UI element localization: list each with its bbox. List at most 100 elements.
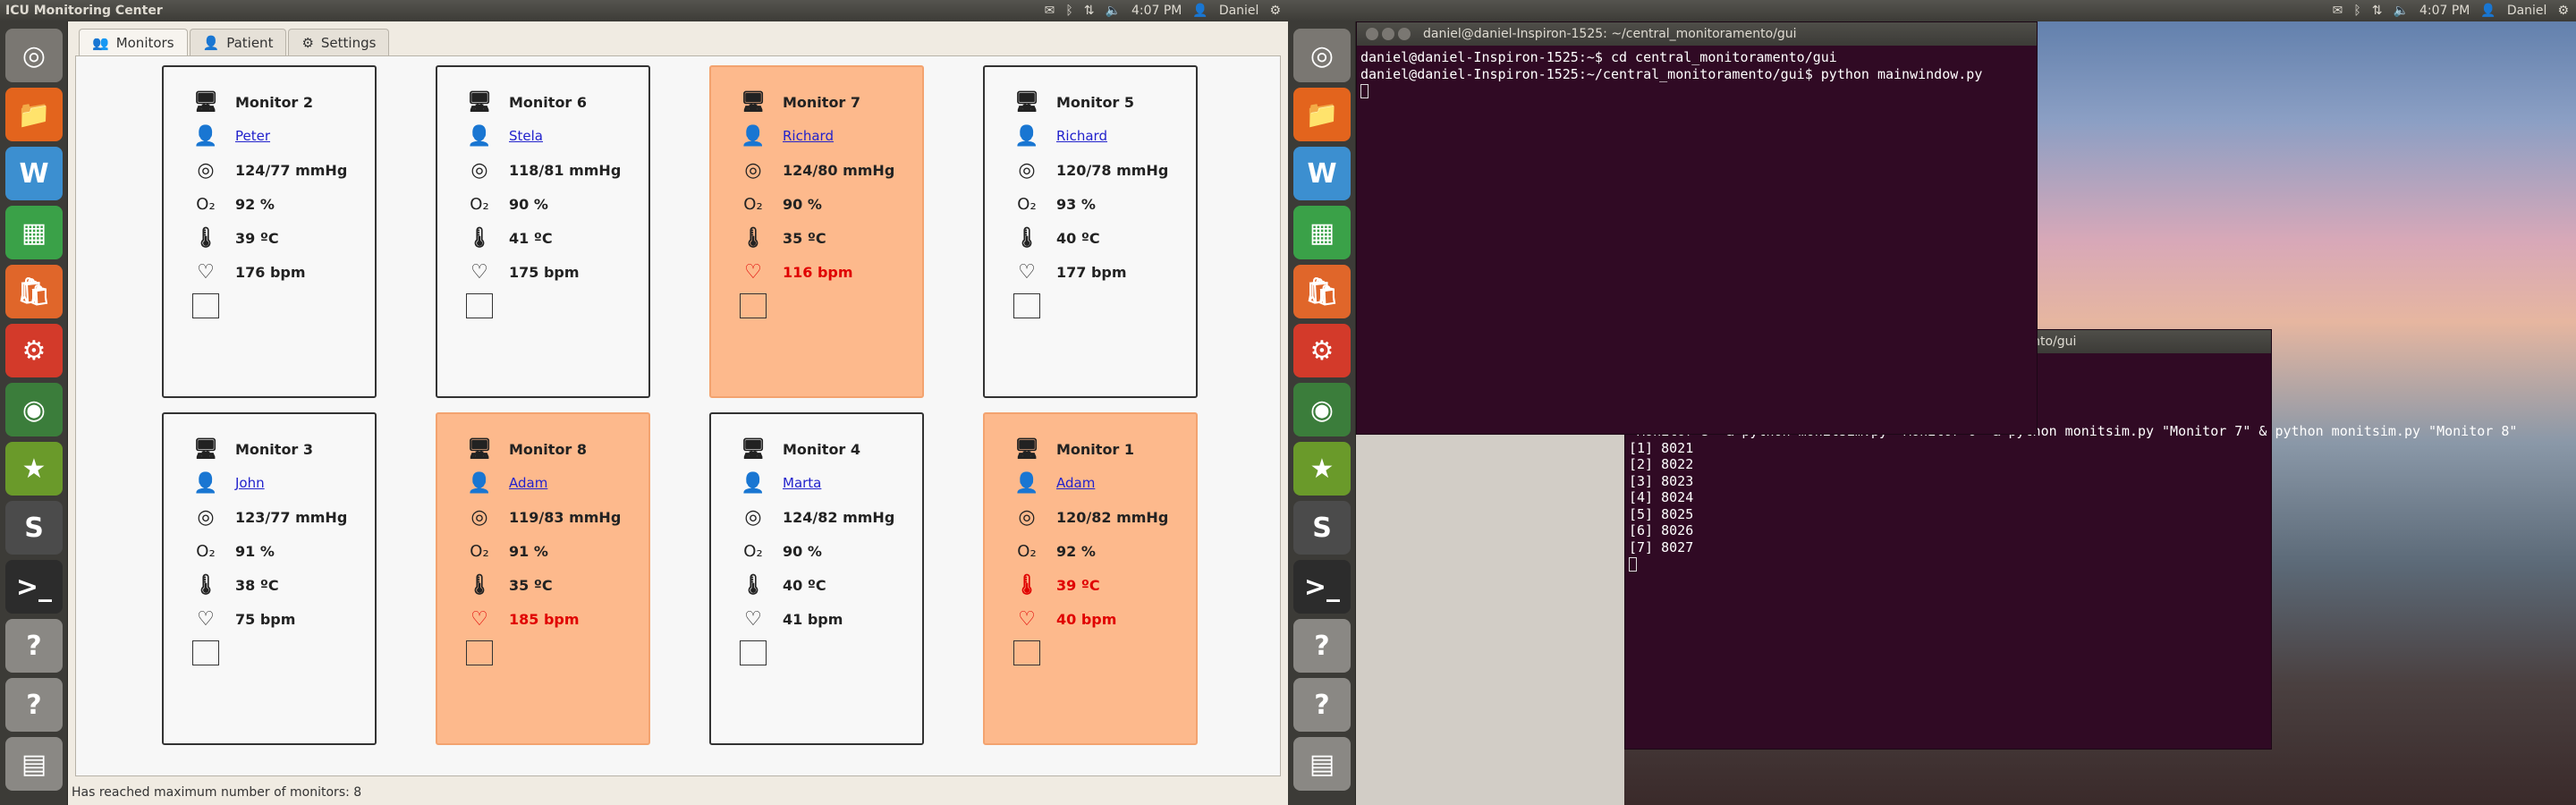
tab-monitors[interactable]: 👥 Monitors <box>79 29 188 56</box>
user-icon[interactable]: 👤 <box>1192 4 1208 18</box>
monitor-row-hr: ♡ 175 bpm <box>464 258 579 285</box>
patient-link[interactable]: Stela <box>509 128 543 144</box>
calc-icon[interactable]: ▦ <box>5 206 63 259</box>
thermometer-icon: 🌡 <box>1014 226 1039 250</box>
sublime-icon[interactable]: S <box>5 501 63 555</box>
monitor-card[interactable]: 🖥 Monitor 1 👤 Adam ◎ 120/82 mmHg O₂ 92 % 🌡 39 ºC ♡… <box>983 412 1198 745</box>
monitor-card[interactable]: 🖥 Monitor 2 👤 Peter ◎ 124/77 mmHg O₂ 92 % 🌡 39 ºC… <box>162 65 377 398</box>
clock[interactable]: 4:07 PM <box>1131 4 1182 18</box>
maximize-icon[interactable] <box>1398 28 1411 40</box>
monitor-row-name: 🖥 Monitor 6 <box>464 89 587 115</box>
ecg-icon[interactable] <box>464 640 495 666</box>
wizard-icon[interactable]: ★ <box>1293 442 1351 496</box>
mail-icon[interactable]: ✉ <box>2333 4 2343 18</box>
terminal-window-1[interactable]: daniel@daniel-Inspiron-1525: ~/central_m… <box>1356 21 2038 435</box>
writer-icon[interactable]: W <box>5 147 63 200</box>
network-icon[interactable]: ⇅ <box>2372 4 2383 18</box>
volume-icon[interactable]: 🔈 <box>1106 4 1121 18</box>
ecg-icon[interactable] <box>738 292 768 319</box>
ecg-icon[interactable] <box>1012 292 1042 319</box>
monitor-card[interactable]: 🖥 Monitor 8 👤 Adam ◎ 119/83 mmHg O₂ 91 % 🌡 35 ºC ♡… <box>436 412 650 745</box>
monitor-value: 90 % <box>509 195 548 213</box>
monitor-card[interactable]: 🖥 Monitor 3 👤 John ◎ 123/77 mmHg O₂ 91 % 🌡 38 ºC ♡… <box>162 412 377 745</box>
right-screen: ✉ ᛒ ⇅ 🔈 4:07 PM 👤 Daniel ⚙ ◎ 📁 W ▦ 🛍 ⚙ ◉ ★ S >_??… <box>1288 0 2576 805</box>
bluetooth-icon[interactable]: ᛒ <box>2353 4 2360 18</box>
workspaces-icon[interactable]: ▤ <box>1293 737 1351 791</box>
network-icon[interactable]: ⇅ <box>1084 4 1095 18</box>
monitor-card[interactable]: 🖥 Monitor 6 👤 Stela ◎ 118/81 mmHg O₂ 90 % 🌡 41 ºC… <box>436 65 650 398</box>
writer-icon[interactable]: W <box>1293 147 1351 200</box>
monitor-icon: 🖥 <box>1014 437 1039 461</box>
user-name[interactable]: Daniel <box>2507 4 2547 18</box>
user-icon[interactable]: 👤 <box>2480 4 2496 18</box>
monitor-row-hr: ♡ 116 bpm <box>738 258 852 285</box>
top-panel: ✉ ᛒ ⇅ 🔈 4:07 PM 👤 Daniel ⚙ <box>1288 0 2576 21</box>
oxygen-icon: O₂ <box>196 194 216 214</box>
power-icon[interactable]: ⚙ <box>2557 4 2569 18</box>
patient-link[interactable]: Marta <box>783 475 821 491</box>
software-center-icon[interactable]: 🛍 <box>5 265 63 318</box>
dash-icon[interactable]: ◎ <box>5 29 63 82</box>
monitor-value: 118/81 mmHg <box>509 161 622 179</box>
help-icon[interactable]: ? <box>1293 619 1351 673</box>
terminal-icon[interactable]: >_ <box>1293 560 1351 614</box>
terminal-titlebar: daniel@daniel-Inspiron-1525: ~/central_m… <box>1357 22 2037 46</box>
clock[interactable]: 4:07 PM <box>2419 4 2470 18</box>
monitor-value: Monitor 6 <box>509 93 588 111</box>
terminal-icon[interactable]: >_ <box>5 560 63 614</box>
ecg-icon[interactable] <box>464 292 495 319</box>
software-center-icon[interactable]: 🛍 <box>1293 265 1351 318</box>
wizard-icon[interactable]: ★ <box>5 442 63 496</box>
terminal-line: [5] 8025 <box>1629 505 1694 522</box>
patient-link[interactable]: Peter <box>235 128 270 144</box>
power-icon[interactable]: ⚙ <box>1269 4 1281 18</box>
monitor-card[interactable]: 🖥 Monitor 7 👤 Richard ◎ 124/80 mmHg O₂ 90 % 🌡 35 … <box>709 65 924 398</box>
patient-icon: 👤 <box>467 471 492 495</box>
monitor-value: 185 bpm <box>509 610 580 628</box>
volume-icon[interactable]: 🔈 <box>2394 4 2409 18</box>
patient-link[interactable]: Adam <box>509 475 547 491</box>
monitor-row-ecg <box>1012 640 1056 666</box>
patient-link[interactable]: Richard <box>783 128 834 144</box>
files-icon[interactable]: 📁 <box>5 88 63 141</box>
oxygen-icon: O₂ <box>470 194 489 214</box>
ecg-icon[interactable] <box>1012 640 1042 666</box>
close-icon[interactable] <box>1366 28 1378 40</box>
patient-link[interactable]: Richard <box>1056 128 1107 144</box>
mail-icon[interactable]: ✉ <box>1045 4 1055 18</box>
settings-icon[interactable]: ⚙ <box>5 324 63 377</box>
minimize-icon[interactable] <box>1382 28 1394 40</box>
files-icon[interactable]: 📁 <box>1293 88 1351 141</box>
sublime-icon[interactable]: S <box>1293 501 1351 555</box>
dash-icon[interactable]: ◎ <box>1293 29 1351 82</box>
help-icon[interactable]: ? <box>1293 678 1351 732</box>
chrome-icon[interactable]: ◉ <box>5 383 63 436</box>
calc-icon[interactable]: ▦ <box>1293 206 1351 259</box>
terminal-output[interactable]: daniel@daniel-Inspiron-1525:~$ cd centra… <box>1357 46 2037 103</box>
ecg-icon[interactable] <box>191 292 221 319</box>
ecg-icon[interactable] <box>738 640 768 666</box>
patient-link[interactable]: Adam <box>1056 475 1095 491</box>
monitor-card[interactable]: 🖥 Monitor 5 👤 Richard ◎ 120/78 mmHg O₂ 93 % 🌡 40 … <box>983 65 1198 398</box>
help-icon[interactable]: ? <box>5 678 63 732</box>
heart-icon: ♡ <box>744 260 762 284</box>
workspaces-icon[interactable]: ▤ <box>5 737 63 791</box>
chrome-icon[interactable]: ◉ <box>1293 383 1351 436</box>
ecg-icon[interactable] <box>191 640 221 666</box>
settings-icon[interactable]: ⚙ <box>1293 324 1351 377</box>
monitor-card[interactable]: 🖥 Monitor 4 👤 Marta ◎ 124/82 mmHg O₂ 90 % 🌡 40 ºC… <box>709 412 924 745</box>
patient-icon: 👤 <box>741 124 766 148</box>
help-icon[interactable]: ? <box>5 619 63 673</box>
tab-settings[interactable]: ⚙ Settings <box>288 29 390 55</box>
tab-patient[interactable]: 👤 Patient <box>189 29 287 55</box>
monitor-row-bp: ◎ 120/82 mmHg <box>1012 504 1168 530</box>
monitor-row-temp: 🌡 35 ºC <box>738 225 826 251</box>
monitor-row-bp: ◎ 120/78 mmHg <box>1012 157 1168 183</box>
patient-link[interactable]: John <box>235 475 265 491</box>
monitor-value: 124/80 mmHg <box>783 161 895 179</box>
terminal-cursor <box>1629 556 1637 572</box>
user-name[interactable]: Daniel <box>1219 4 1259 18</box>
monitor-row-name: 🖥 Monitor 8 <box>464 436 587 462</box>
bluetooth-icon[interactable]: ᛒ <box>1065 4 1072 18</box>
monitor-value: 119/83 mmHg <box>509 508 622 526</box>
